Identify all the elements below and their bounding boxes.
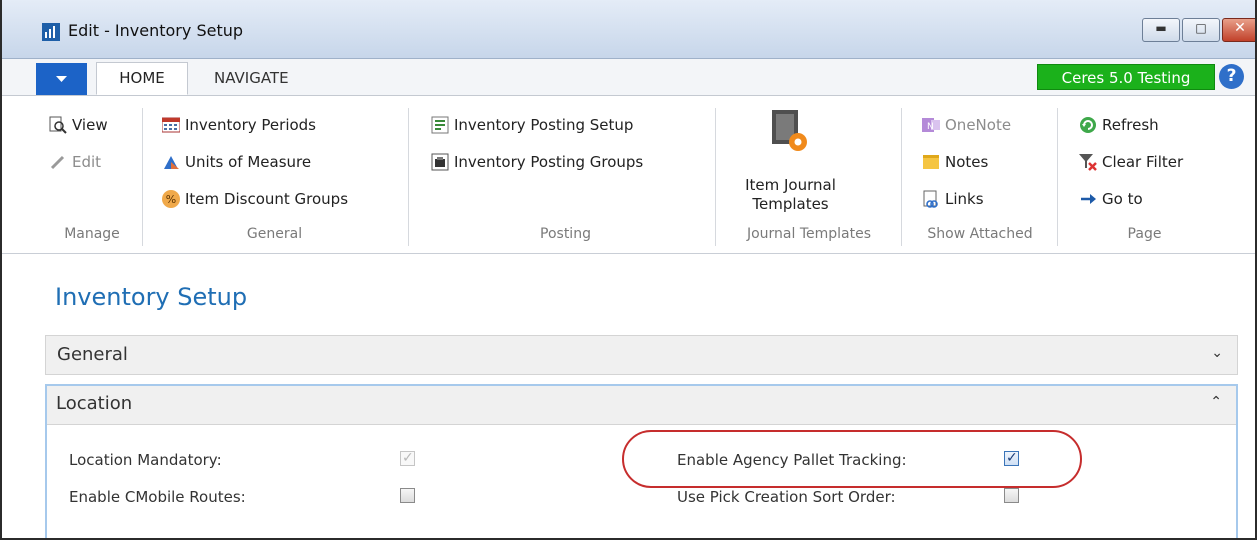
go-to-arrow-icon (1081, 194, 1096, 204)
help-icon[interactable]: ? (1219, 64, 1244, 89)
links-button[interactable]: Links (922, 186, 984, 212)
group-label-journal-templates: Journal Templates (746, 226, 872, 242)
company-badge: Ceres 5.0 Testing (1037, 64, 1215, 90)
refresh-icon (1080, 117, 1096, 133)
inventory-posting-setup-label: Inventory Posting Setup (454, 116, 634, 134)
units-of-measure-button[interactable]: Units of Measure (162, 149, 311, 175)
minimize-button[interactable]: ▬ (1142, 18, 1180, 42)
calendar-grid-icon (162, 117, 180, 133)
fasttab-location[interactable]: Location ⌃ (47, 386, 1236, 425)
edit-pencil-icon (50, 155, 65, 170)
go-to-button[interactable]: Go to (1079, 186, 1143, 212)
notes-button[interactable]: Notes (922, 149, 988, 175)
group-label-manage: Manage (64, 226, 120, 242)
location-mandatory-label: Location Mandatory: (69, 451, 222, 469)
links-label: Links (945, 190, 984, 208)
group-label-general: General (246, 226, 303, 242)
close-button[interactable]: ✕ (1222, 18, 1255, 42)
checkmark-icon: ✓ (402, 450, 414, 466)
notes-label: Notes (945, 153, 989, 171)
view-icon (49, 116, 67, 134)
edit-label: Edit (72, 153, 102, 171)
onenote-button[interactable]: N OneNote (922, 112, 1011, 138)
maximize-icon: □ (1195, 21, 1207, 35)
item-journal-label-line2: Templates (752, 195, 829, 213)
use-pick-creation-sort-order-label: Use Pick Creation Sort Order: (677, 488, 896, 506)
window-title: Edit - Inventory Setup (68, 21, 244, 40)
item-discount-groups-label: Item Discount Groups (185, 190, 349, 208)
journal-templates-icon (772, 110, 807, 151)
ribbon-separator (408, 108, 409, 246)
links-icon (923, 190, 938, 208)
posting-groups-icon (431, 153, 449, 171)
clear-filter-button[interactable]: Clear Filter (1079, 149, 1183, 175)
percent-icon: % (162, 190, 180, 208)
svg-text:%: % (166, 193, 176, 206)
chevron-down-icon: ⌄ (1211, 345, 1223, 361)
app-icon (42, 23, 60, 41)
onenote-label: OneNote (945, 116, 1012, 134)
go-to-label: Go to (1102, 190, 1143, 208)
svg-text:N: N (927, 122, 934, 132)
use-pick-creation-sort-order-checkbox[interactable] (1004, 488, 1019, 503)
view-label: View (72, 116, 108, 134)
edit-button[interactable]: Edit (49, 149, 101, 175)
ribbon-separator (142, 108, 143, 246)
maximize-button[interactable]: □ (1182, 18, 1220, 42)
refresh-button[interactable]: Refresh (1079, 112, 1159, 138)
posting-setup-icon (431, 116, 449, 134)
tab-navigate[interactable]: NAVIGATE (214, 62, 289, 94)
refresh-label: Refresh (1102, 116, 1159, 134)
application-window: Edit - Inventory Setup ▬ □ ✕ HOME NAVIGA… (0, 0, 1257, 540)
chevron-up-icon: ⌃ (1210, 394, 1222, 410)
group-label-posting: Posting (540, 226, 591, 242)
item-journal-templates-label: Item Journal Templates (724, 176, 857, 214)
group-label-page: Page (1127, 226, 1162, 242)
location-mandatory-checkbox: ✓ (400, 450, 415, 466)
title-bar: Edit - Inventory Setup ▬ □ ✕ (2, 0, 1255, 59)
units-of-measure-label: Units of Measure (185, 153, 312, 171)
item-discount-groups-button[interactable]: % Item Discount Groups (162, 186, 348, 212)
ribbon-separator (1057, 108, 1058, 246)
group-label-show-attached: Show Attached (927, 226, 1033, 242)
fasttab-location-label: Location (56, 393, 133, 414)
onenote-icon: N (922, 118, 940, 132)
minimize-icon: ▬ (1155, 21, 1167, 35)
inventory-posting-setup-button[interactable]: Inventory Posting Setup (431, 112, 633, 138)
fasttab-general-label: General (57, 344, 128, 365)
enable-cmobile-routes-label: Enable CMobile Routes: (69, 488, 246, 506)
page-title: Inventory Setup (55, 283, 248, 311)
notes-icon (923, 155, 939, 169)
close-icon: ✕ (1234, 20, 1246, 36)
view-button[interactable]: View (49, 112, 108, 138)
application-menu-button[interactable] (36, 63, 87, 95)
ribbon-separator (715, 108, 716, 246)
inventory-periods-label: Inventory Periods (185, 116, 317, 134)
file-menu-arrow-icon (56, 76, 67, 82)
fasttab-general[interactable]: General ⌄ (45, 335, 1238, 375)
highlight-annotation-ellipse (622, 430, 1082, 488)
ribbon-tab-row: HOME NAVIGATE Ceres 5.0 Testing ? (2, 59, 1255, 96)
enable-cmobile-routes-checkbox[interactable] (400, 488, 415, 503)
ribbon: View Edit Manage Inventory Periods Units… (2, 96, 1255, 254)
item-journal-label-line1: Item Journal (745, 176, 836, 194)
ribbon-separator (901, 108, 902, 246)
inventory-posting-groups-label: Inventory Posting Groups (454, 153, 644, 171)
inventory-periods-button[interactable]: Inventory Periods (162, 112, 316, 138)
tab-home[interactable]: HOME (96, 62, 188, 95)
units-icon (164, 156, 179, 169)
inventory-posting-groups-button[interactable]: Inventory Posting Groups (431, 149, 643, 175)
clear-filter-label: Clear Filter (1102, 153, 1184, 171)
clear-filter-icon (1079, 154, 1097, 171)
